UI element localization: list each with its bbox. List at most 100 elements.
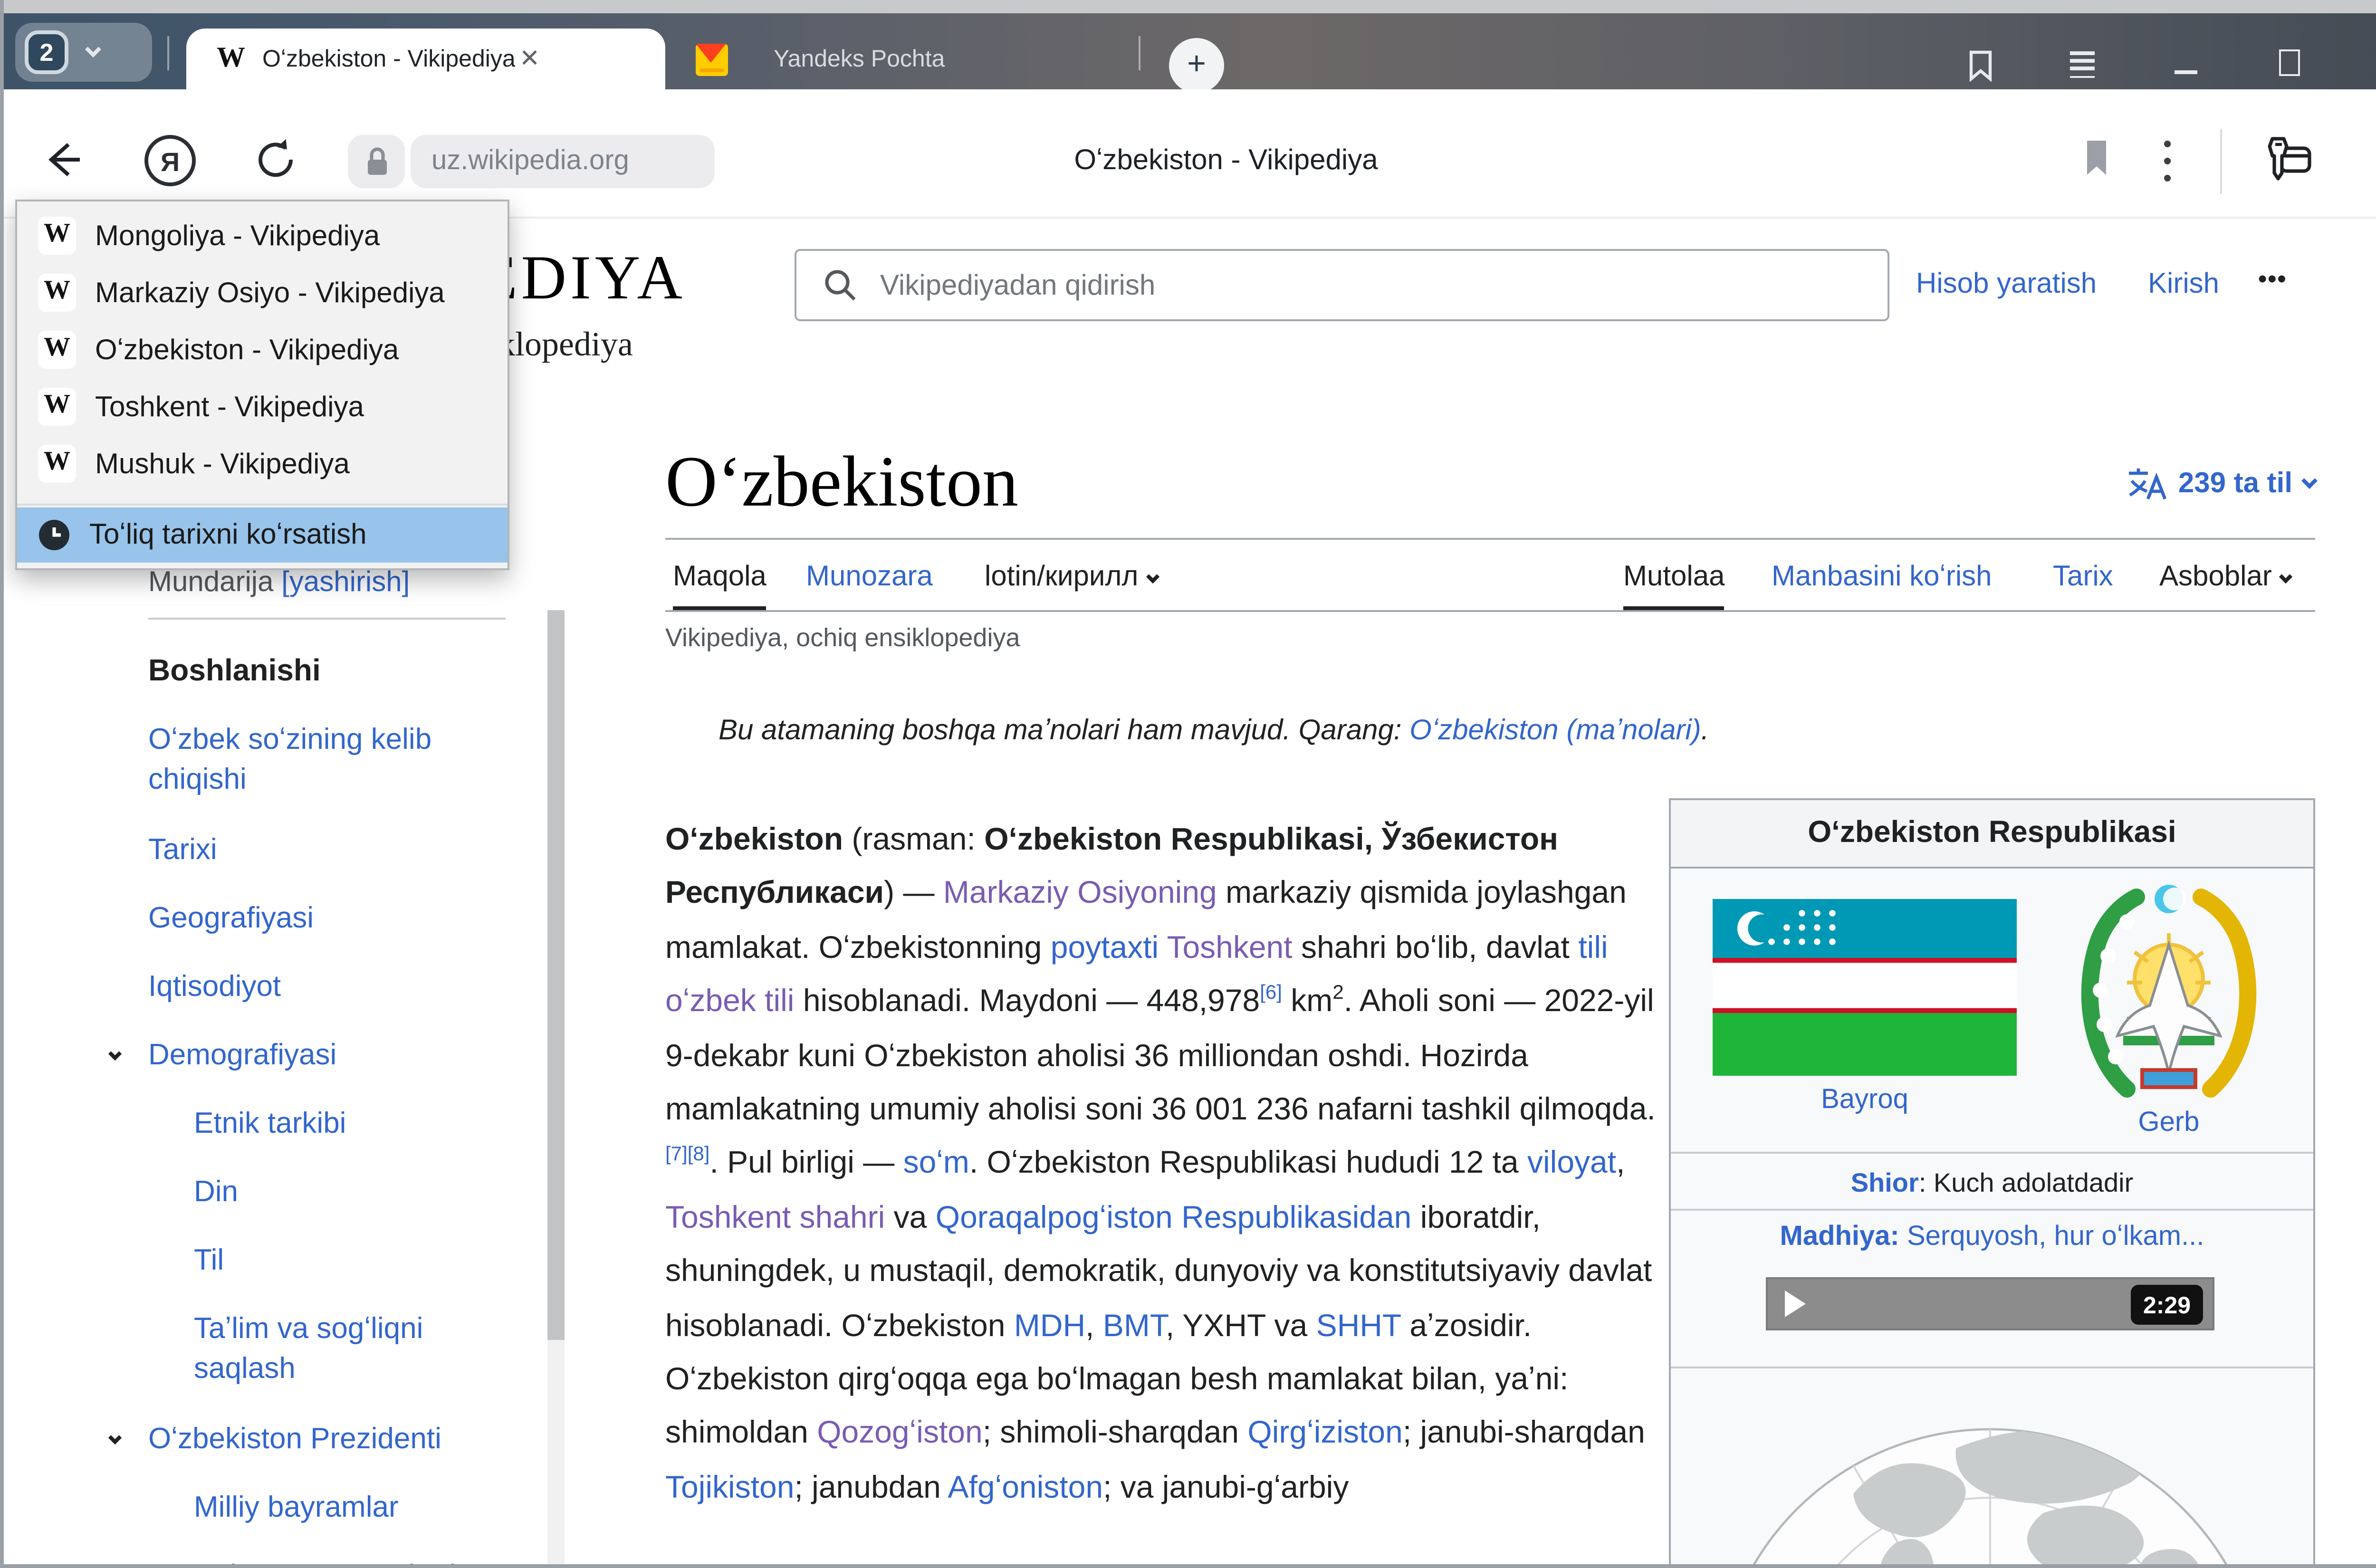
tab-group-counter[interactable]: 2	[15, 23, 152, 82]
history-item[interactable]: W Mongoliya - Vikipediya	[17, 207, 508, 264]
language-count-label: 239 ta til	[2178, 467, 2292, 499]
toc-subitem[interactable]: Din	[194, 1173, 574, 1213]
history-item-label: Oʻzbekiston - Vikipediya	[95, 334, 399, 366]
chevron-down-icon[interactable]	[108, 1047, 122, 1061]
toc-subitem[interactable]: Til	[194, 1241, 574, 1281]
window-edge	[0, 0, 2376, 13]
toc-scrollbar-thumb[interactable]	[547, 610, 565, 1340]
login-link[interactable]: Kirish	[2148, 268, 2219, 300]
address-bar[interactable]: uz.wikipedia.org	[411, 135, 715, 188]
title-rule	[665, 538, 2315, 540]
history-item[interactable]: W Mushuk - Vikipediya	[17, 435, 508, 492]
toc-subitem[interactable]: Etnik tarkibi	[194, 1104, 574, 1144]
wikipedia-favicon: W	[217, 43, 245, 75]
wikipedia-logo-wordmark: EDIYA	[479, 245, 686, 316]
passwords-icon[interactable]	[2264, 135, 2313, 184]
search-input[interactable]	[876, 267, 1887, 303]
address-bar-history-dropdown: W Mongoliya - Vikipediya W Markaziy Osiy…	[15, 200, 509, 570]
browser-window: 2 W Oʻzbekiston - Vikipediya ✕ Yandeks P…	[0, 0, 2376, 1568]
history-item-label: Mushuk - Vikipediya	[95, 448, 350, 480]
toc-subitem[interactable]: Taʼlim va sogʻliqni saqlash	[194, 1310, 479, 1389]
country-infobox: Oʻzbekiston Respublikasi Bayr	[1669, 798, 2315, 1564]
yandex-search-icon[interactable]: Я	[144, 135, 196, 186]
toc-item-expandable[interactable]: Demografiyasi	[148, 1036, 528, 1076]
tab-munozara[interactable]: Munozara	[806, 561, 933, 593]
bookmarks-panel-icon[interactable]	[1967, 49, 1994, 82]
dropdown-divider	[17, 492, 508, 506]
toc-hide-link[interactable]: [yashirish]	[281, 566, 410, 599]
audio-player[interactable]: 2:29	[1766, 1277, 2214, 1330]
language-icon	[2127, 466, 2167, 500]
arms-caption-link[interactable]: Gerb	[2070, 1108, 2268, 1138]
motto-value: : Kuch adolatdadir	[1919, 1166, 2133, 1196]
tab-mutolaa[interactable]: Mutolaa	[1623, 561, 1725, 610]
tab-script-switcher[interactable]: lotin/кирилл	[985, 561, 1157, 593]
tab-yandex-mail[interactable]: Yandeks Pochta	[677, 29, 1133, 89]
history-item[interactable]: W Toshkent - Vikipediya	[17, 378, 508, 435]
history-item-label: Markaziy Osiyo - Vikipediya	[95, 277, 445, 309]
maximize-button[interactable]	[2279, 49, 2300, 76]
minimize-button[interactable]	[2175, 70, 2197, 74]
wiki-search-box[interactable]	[795, 249, 1889, 321]
script-switcher-label: lotin/кирилл	[985, 561, 1138, 593]
hatnote: Bu atamaning boshqa maʼnolari ham mavjud…	[719, 715, 1973, 747]
language-selector[interactable]: 239 ta til	[1791, 466, 2315, 500]
plus-icon: +	[1187, 46, 1206, 84]
lock-icon	[364, 146, 389, 177]
flag-caption-link[interactable]: Bayroq	[1713, 1085, 2017, 1116]
show-full-history-item[interactable]: Toʻliq tarixni koʻrsatish	[17, 507, 508, 563]
toc-item-label: Demografiyasi	[148, 1040, 336, 1072]
tab-view-source[interactable]: Manbasini koʻrish	[1772, 561, 1992, 593]
search-icon	[823, 268, 857, 302]
anthem-label-link[interactable]: Madhiya:	[1780, 1222, 1899, 1252]
kebab-menu-icon[interactable]: •••	[2163, 137, 2175, 188]
window-edge	[0, 0, 4, 1568]
toc-item-expandable[interactable]: Oʻzbekiston Prezidenti	[148, 1420, 528, 1460]
site-subtitle: Vikipediya, ochiq ensiklopediya	[665, 623, 1020, 652]
toc-header: Mundarija [yashirish]	[148, 566, 410, 599]
history-item[interactable]: W Oʻzbekiston - Vikipediya	[17, 321, 508, 378]
tab-tools[interactable]: Asboblar	[2159, 561, 2291, 593]
tab-close-icon[interactable]: ✕	[519, 44, 540, 74]
flag-of-uzbekistan[interactable]	[1713, 899, 2017, 1076]
chevron-down-icon[interactable]	[108, 1431, 122, 1444]
coat-of-arms[interactable]	[2070, 880, 2268, 1104]
article-title: Oʻzbekiston	[665, 441, 1018, 525]
reload-icon[interactable]	[253, 135, 302, 184]
toc-item[interactable]: Geografiyasi	[148, 899, 528, 939]
window-edge	[0, 1564, 2376, 1568]
toc-item[interactable]: Iqtisodiyot	[148, 967, 528, 1007]
anthem-title-link[interactable]: Serquyosh, hur oʻlkam...	[1899, 1222, 2204, 1252]
chevron-down-icon	[85, 41, 101, 57]
motto-label-link[interactable]: Shior	[1851, 1166, 1919, 1196]
wikipedia-favicon: W	[38, 331, 76, 369]
toc-subitem[interactable]: Milliy bayramlar	[194, 1488, 574, 1528]
tab-maqola[interactable]: Maqola	[673, 561, 766, 610]
toc-subitem[interactable]: Xalqaro munosabatlar	[194, 1557, 574, 1564]
back-button[interactable]	[42, 139, 84, 181]
create-account-link[interactable]: Hisob yaratish	[1916, 268, 2097, 300]
header-more-menu[interactable]: •••	[2258, 264, 2287, 293]
motto-row: Shior: Kuch adolatdadir	[1671, 1154, 2313, 1211]
browser-menu-icon[interactable]	[2070, 51, 2095, 83]
bookmark-icon[interactable]	[2083, 141, 2110, 175]
toc-item[interactable]: Tarixi	[148, 831, 528, 870]
clock-icon	[38, 519, 70, 551]
tab-separator	[1139, 36, 1140, 70]
infobox-title: Oʻzbekiston Respublikasi	[1671, 800, 2313, 869]
tab-count-badge: 2	[25, 30, 68, 74]
history-item[interactable]: W Markaziy Osiyo - Vikipediya	[17, 264, 508, 321]
new-tab-button[interactable]: +	[1169, 38, 1224, 93]
location-map[interactable]	[1671, 1368, 2313, 1564]
tab-bar: 2 W Oʻzbekiston - Vikipediya ✕ Yandeks P…	[0, 13, 2376, 89]
tab-history[interactable]: Tarix	[2053, 561, 2113, 593]
play-icon[interactable]	[1785, 1291, 1806, 1317]
chevron-down-icon	[2280, 570, 2293, 583]
infobox-media: Bayroq Gerb	[1671, 869, 2313, 1154]
toc-divider	[148, 618, 506, 620]
security-pill[interactable]	[348, 135, 405, 188]
tab-ozbekiston[interactable]: W Oʻzbekiston - Vikipediya ✕	[186, 29, 665, 89]
anthem-row: Madhiya: Serquyosh, hur oʻlkam... 2:29	[1671, 1222, 2313, 1368]
toc-item[interactable]: Oʻzbek soʻzining kelib chiqishi	[148, 720, 509, 800]
toc-item-boshlanishi[interactable]: Boshlanishi	[148, 652, 528, 692]
